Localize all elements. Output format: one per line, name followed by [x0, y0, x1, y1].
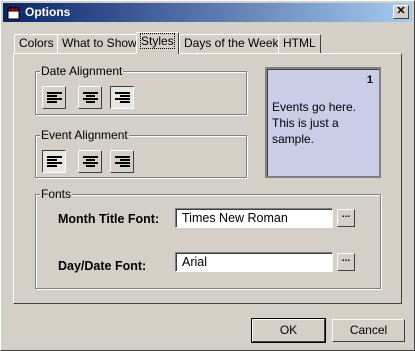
- month-title-font-browse-button[interactable]: ...: [337, 209, 355, 227]
- month-title-font-field[interactable]: Times New Roman: [175, 208, 333, 228]
- styles-tab-panel: Date Alignment Event Alignment 1 Events …: [13, 53, 402, 304]
- event-align-center-button[interactable]: [78, 150, 102, 173]
- sample-preview: 1 Events go here. This is just a sample.: [265, 67, 381, 178]
- fonts-group: Fonts Month Title Font: Times New Roman …: [35, 187, 381, 289]
- cancel-button[interactable]: Cancel: [332, 319, 405, 342]
- event-alignment-group: Event Alignment: [35, 128, 247, 178]
- date-align-center-button[interactable]: [78, 86, 102, 109]
- tab-colors[interactable]: Colors: [14, 34, 59, 53]
- align-right-icon: [115, 92, 130, 103]
- date-align-right-button[interactable]: [110, 86, 134, 109]
- day-date-font-label: Day/Date Font:: [58, 259, 147, 273]
- tab-what-to-show[interactable]: What to Show: [57, 34, 142, 53]
- close-button[interactable]: ✕: [393, 5, 409, 19]
- align-left-icon: [47, 92, 62, 103]
- sample-day-number: 1: [366, 74, 373, 86]
- align-left-icon: [47, 156, 62, 167]
- align-right-icon: [115, 156, 130, 167]
- options-dialog: Options ✕ Colors What to Show Styles Day…: [0, 0, 415, 351]
- event-align-right-button[interactable]: [110, 150, 134, 173]
- event-alignment-label: Event Alignment: [40, 128, 129, 142]
- event-align-left-button[interactable]: [42, 150, 66, 173]
- tab-html[interactable]: HTML: [278, 34, 321, 53]
- date-align-left-button[interactable]: [42, 86, 66, 109]
- app-icon: [6, 5, 21, 20]
- date-alignment-group: Date Alignment: [35, 64, 247, 115]
- window-title: Options: [25, 5, 71, 19]
- align-center-icon: [83, 156, 98, 167]
- cancel-button-label: Cancel: [349, 323, 388, 337]
- tab-label: HTML: [283, 36, 316, 50]
- day-date-font-field[interactable]: Arial: [175, 252, 333, 272]
- align-center-icon: [83, 92, 98, 103]
- sample-text: Events go here. This is just a sample.: [272, 100, 357, 146]
- tab-days-of-the-week[interactable]: Days of the Week: [179, 34, 284, 53]
- tab-label: What to Show: [62, 36, 137, 50]
- day-date-font-browse-button[interactable]: ...: [337, 253, 355, 271]
- month-title-font-label: Month Title Font:: [58, 212, 160, 226]
- tab-styles[interactable]: Styles: [136, 32, 179, 54]
- tab-label: Colors: [19, 36, 54, 50]
- fonts-label: Fonts: [40, 187, 73, 201]
- tab-label: Days of the Week: [184, 36, 279, 50]
- date-alignment-label: Date Alignment: [40, 64, 124, 78]
- tab-label: Styles: [140, 33, 175, 49]
- title-bar[interactable]: Options ✕: [3, 3, 412, 22]
- close-icon: ✕: [396, 5, 406, 17]
- ok-button[interactable]: OK: [251, 318, 326, 343]
- ok-button-label: OK: [279, 323, 298, 337]
